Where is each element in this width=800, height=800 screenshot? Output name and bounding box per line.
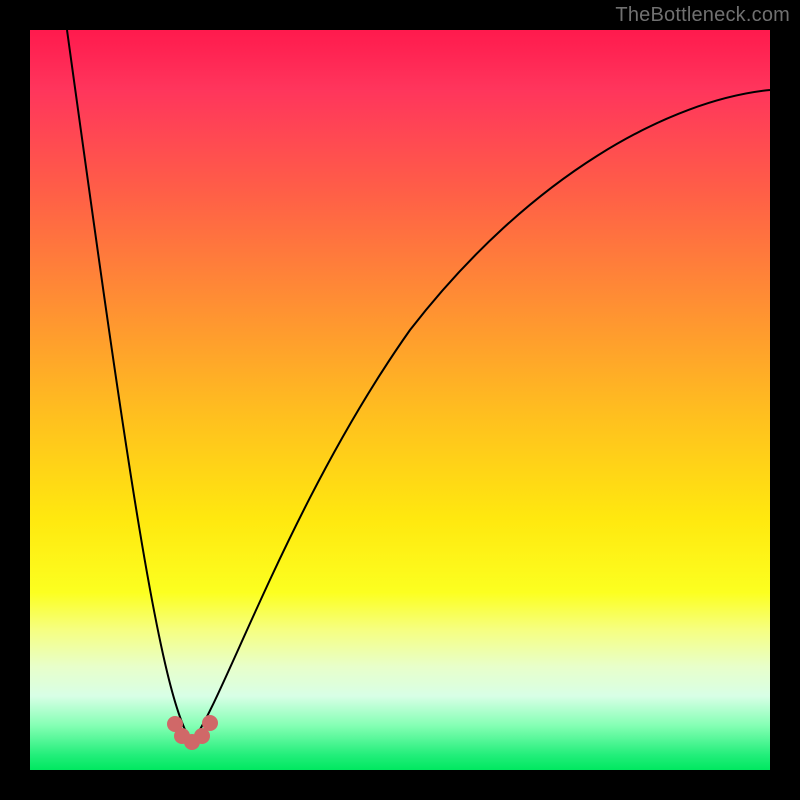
bottleneck-curve <box>67 30 770 742</box>
curve-layer <box>30 30 770 770</box>
outer-frame: TheBottleneck.com <box>0 0 800 800</box>
marker-5 <box>202 715 218 731</box>
watermark-text: TheBottleneck.com <box>615 4 790 27</box>
plot-area <box>30 30 770 770</box>
